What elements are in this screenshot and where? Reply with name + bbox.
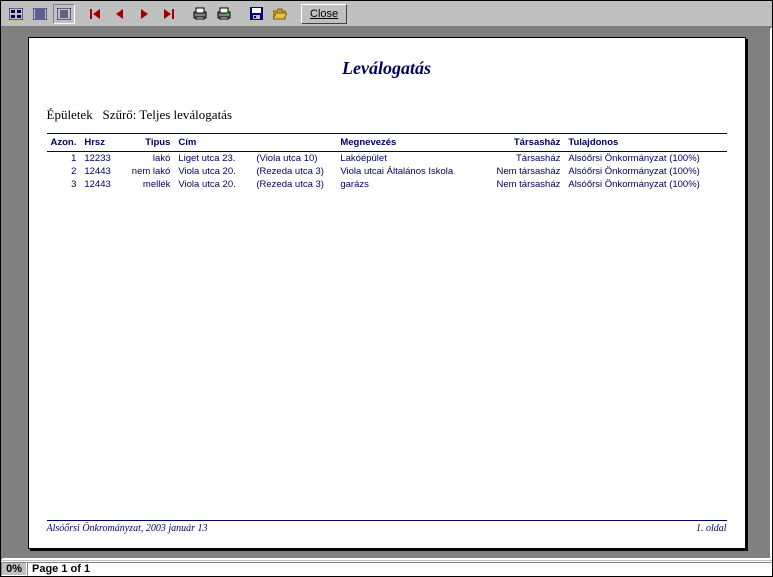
next-page-icon[interactable] [133,4,155,24]
status-percent: 0% [1,562,27,576]
report-footer: Alsóőrsi Önkrományzat, 2003 január 13 1.… [47,520,727,534]
save-icon[interactable] [245,4,267,24]
print-setup-icon[interactable] [189,4,211,24]
status-bar: 0% Page 1 of 1 [1,561,772,576]
report-table: Azon. Hrsz Tipus Cím Megnevezés Társashá… [47,133,727,191]
view-fit-icon[interactable] [53,4,75,24]
col-tarsashaz: Társasház [486,134,564,152]
status-page: Page 1 of 1 [27,562,772,576]
col-tipus: Tipus [122,134,174,152]
toolbar: Close [1,1,772,27]
subtitle-prefix: Épületek [47,107,93,122]
close-button[interactable]: Close [301,4,347,24]
table-header-row: Azon. Hrsz Tipus Cím Megnevezés Társashá… [47,134,727,152]
col-megnevezes: Megnevezés [336,134,486,152]
table-row: 112233lakóLiget utca 23.(Viola utca 10)L… [47,152,727,166]
report-title: Leválogatás [47,58,727,79]
col-tulajdonos: Tulajdonos [564,134,726,152]
subtitle-filter: Szűrő: Teljes leválogatás [102,107,232,122]
col-azon: Azon. [47,134,81,152]
col-cim: Cím [174,134,336,152]
prev-page-icon[interactable] [109,4,131,24]
first-page-icon[interactable] [85,4,107,24]
view-thumbnails-icon[interactable] [5,4,27,24]
col-hrsz: Hrsz [80,134,122,152]
table-row: 312443mellékViola utca 20.(Rezeda utca 3… [47,178,727,191]
footer-left: Alsóőrsi Önkrományzat, 2003 január 13 [47,523,208,534]
preview-viewport: Leválogatás Épületek Szűrő: Teljes levál… [1,27,772,560]
view-page-icon[interactable] [29,4,51,24]
print-icon[interactable] [213,4,235,24]
last-page-icon[interactable] [157,4,179,24]
footer-right: 1. oldal [696,523,727,534]
table-row: 212443nem lakóViola utca 20.(Rezeda utca… [47,165,727,178]
report-subtitle: Épületek Szűrő: Teljes leválogatás [47,107,727,123]
report-page: Leválogatás Épületek Szűrő: Teljes levál… [28,37,746,549]
open-icon[interactable] [269,4,291,24]
